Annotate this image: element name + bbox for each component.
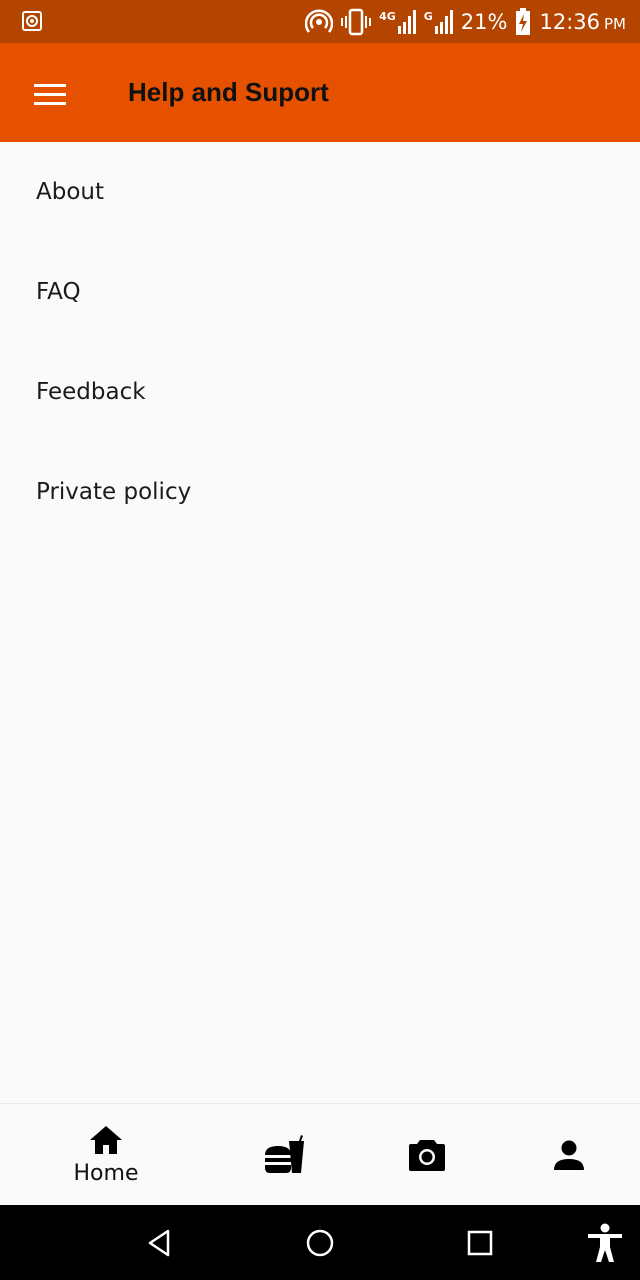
nav-home[interactable]: Home — [26, 1104, 186, 1206]
system-navigation-bar — [0, 1205, 640, 1280]
list-item-feedback[interactable]: Feedback — [0, 342, 640, 442]
back-icon[interactable] — [142, 1225, 178, 1261]
signal-g-group: G — [424, 10, 453, 34]
home-icon — [90, 1125, 122, 1154]
screen-record-icon — [22, 11, 42, 31]
network-4g-label: 4G — [379, 10, 396, 23]
signal-g-icon — [434, 10, 453, 34]
nav-food[interactable] — [204, 1104, 364, 1206]
network-g-label: G — [423, 10, 433, 23]
camera-icon — [409, 1140, 445, 1171]
list-item-faq[interactable]: FAQ — [0, 242, 640, 342]
clock: 12:36 PM — [539, 10, 626, 34]
signal-4g-group: 4G — [379, 10, 416, 34]
battery-charging-icon — [516, 8, 531, 35]
list-item-private-policy[interactable]: Private policy — [0, 442, 640, 542]
home-circle-icon[interactable] — [302, 1225, 338, 1261]
fastfood-icon — [265, 1135, 304, 1173]
status-bar: 4G G 21% 12:36 PM — [0, 0, 640, 43]
help-menu-list: About FAQ Feedback Private policy — [0, 142, 640, 542]
signal-4g-icon — [397, 10, 416, 34]
battery-percent: 21% — [460, 10, 508, 34]
menu-icon[interactable] — [30, 74, 70, 114]
app-bar: Help and Suport — [0, 43, 640, 142]
bottom-navigation: Home — [0, 1103, 640, 1206]
recents-icon[interactable] — [462, 1225, 498, 1261]
clock-ampm: PM — [604, 15, 626, 33]
accessibility-icon[interactable] — [586, 1223, 624, 1263]
person-icon — [554, 1140, 584, 1170]
vibrate-icon — [341, 8, 372, 36]
nav-home-label: Home — [73, 1160, 139, 1186]
nav-profile[interactable] — [489, 1104, 640, 1206]
nav-camera[interactable] — [347, 1104, 507, 1206]
clock-time: 12:36 — [539, 10, 600, 34]
page-title: Help and Suport — [128, 77, 329, 107]
hotspot-icon — [305, 9, 334, 33]
list-item-about[interactable]: About — [0, 142, 640, 242]
